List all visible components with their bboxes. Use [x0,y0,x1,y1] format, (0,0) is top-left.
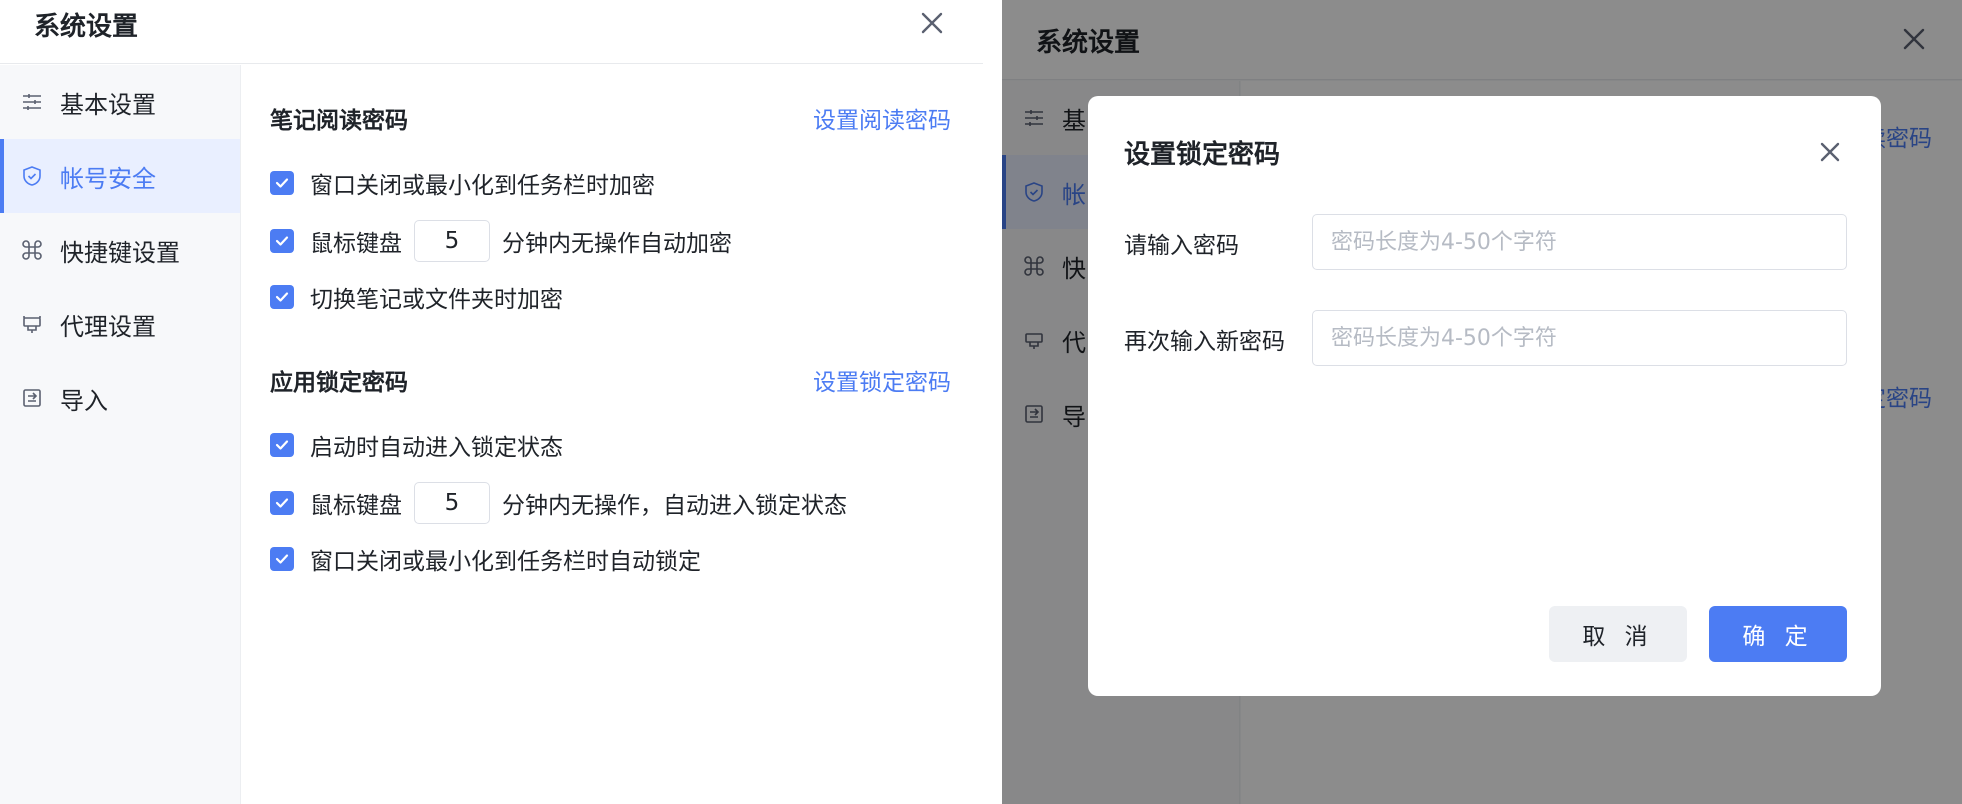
set-read-password-link[interactable]: 设置阅读密码 [813,101,951,135]
settings-window-right: 系统设置 基 帐 快 代 导 读密码 定密码 设置锁定密码 请输入密码 再次输入… [1002,0,1962,804]
confirm-password-input[interactable] [1312,310,1847,366]
sidebar-item-proxy[interactable]: 代理设置 [0,287,240,361]
option-row: 窗口关闭或最小化到任务栏时自动锁定 [270,539,951,579]
window-header: 系统设置 [0,0,983,64]
close-icon[interactable] [918,9,946,37]
sliders-icon [20,90,44,114]
sidebar: 基本设置 帐号安全 快捷键设置 代理设置 导入 [0,65,241,804]
command-icon [20,238,44,262]
sidebar-item-label: 快捷键设置 [60,238,180,267]
option-label-suffix: 分钟内无操作自动加密 [502,231,732,257]
plug-icon [20,312,44,336]
checkbox[interactable] [270,229,294,253]
sidebar-item-basic[interactable]: 基本设置 [0,65,240,139]
sidebar-item-shortcuts[interactable]: 快捷键设置 [0,213,240,287]
option-row: 启动时自动进入锁定状态 [270,425,951,465]
section-read-password: 笔记阅读密码 设置阅读密码 [270,101,951,141]
sidebar-item-label: 帐号安全 [60,164,156,193]
checkbox[interactable] [270,171,294,195]
sidebar-item-label: 代理设置 [60,312,156,341]
shield-icon [20,164,44,188]
checkbox[interactable] [270,433,294,457]
option-row: 鼠标键盘 5 分钟内无操作自动加密 [270,220,951,262]
section-lock-password: 应用锁定密码 设置锁定密码 [270,363,951,403]
confirm-password-row: 再次输入新密码 [1124,310,1847,366]
minutes-input[interactable]: 5 [414,482,490,524]
option-label-prefix: 鼠标键盘 [310,231,402,257]
sidebar-item-label: 基本设置 [60,90,156,119]
password-row: 请输入密码 [1124,214,1847,270]
option-label: 启动时自动进入锁定状态 [310,435,563,461]
import-icon [20,386,44,410]
sidebar-item-label: 导入 [60,386,108,415]
minutes-input[interactable]: 5 [414,220,490,262]
cancel-button[interactable]: 取 消 [1549,606,1687,662]
option-label-prefix: 鼠标键盘 [310,493,402,519]
set-lock-password-link[interactable]: 设置锁定密码 [813,363,951,397]
close-icon[interactable] [1816,138,1844,166]
checkbox[interactable] [270,491,294,515]
password-label: 请输入密码 [1124,233,1239,259]
settings-content: 笔记阅读密码 设置阅读密码 窗口关闭或最小化到任务栏时加密 鼠标键盘 5 分钟内… [242,65,983,804]
checkbox[interactable] [270,547,294,571]
option-label: 切换笔记或文件夹时加密 [310,287,563,313]
option-row: 窗口关闭或最小化到任务栏时加密 [270,163,951,203]
option-label: 窗口关闭或最小化到任务栏时自动锁定 [310,549,701,575]
sidebar-item-account-security[interactable]: 帐号安全 [0,139,240,213]
option-row: 鼠标键盘 5 分钟内无操作，自动进入锁定状态 [270,482,951,524]
option-label-suffix: 分钟内无操作，自动进入锁定状态 [502,493,847,519]
option-row: 切换笔记或文件夹时加密 [270,277,951,317]
confirm-button[interactable]: 确 定 [1709,606,1847,662]
settings-window-left: 系统设置 基本设置 帐号安全 快捷键设置 代理设置 导入 笔记阅读密码 设置阅读… [0,0,983,804]
section-title: 笔记阅读密码 [270,108,408,134]
option-label: 窗口关闭或最小化到任务栏时加密 [310,173,655,199]
checkbox[interactable] [270,285,294,309]
password-input[interactable] [1312,214,1847,270]
set-lock-password-dialog: 设置锁定密码 请输入密码 再次输入新密码 取 消 确 定 [1088,96,1881,696]
confirm-password-label: 再次输入新密码 [1124,329,1285,355]
section-title: 应用锁定密码 [270,370,408,396]
window-title: 系统设置 [34,12,139,42]
sidebar-item-import[interactable]: 导入 [0,361,240,435]
dialog-title: 设置锁定密码 [1124,140,1281,170]
